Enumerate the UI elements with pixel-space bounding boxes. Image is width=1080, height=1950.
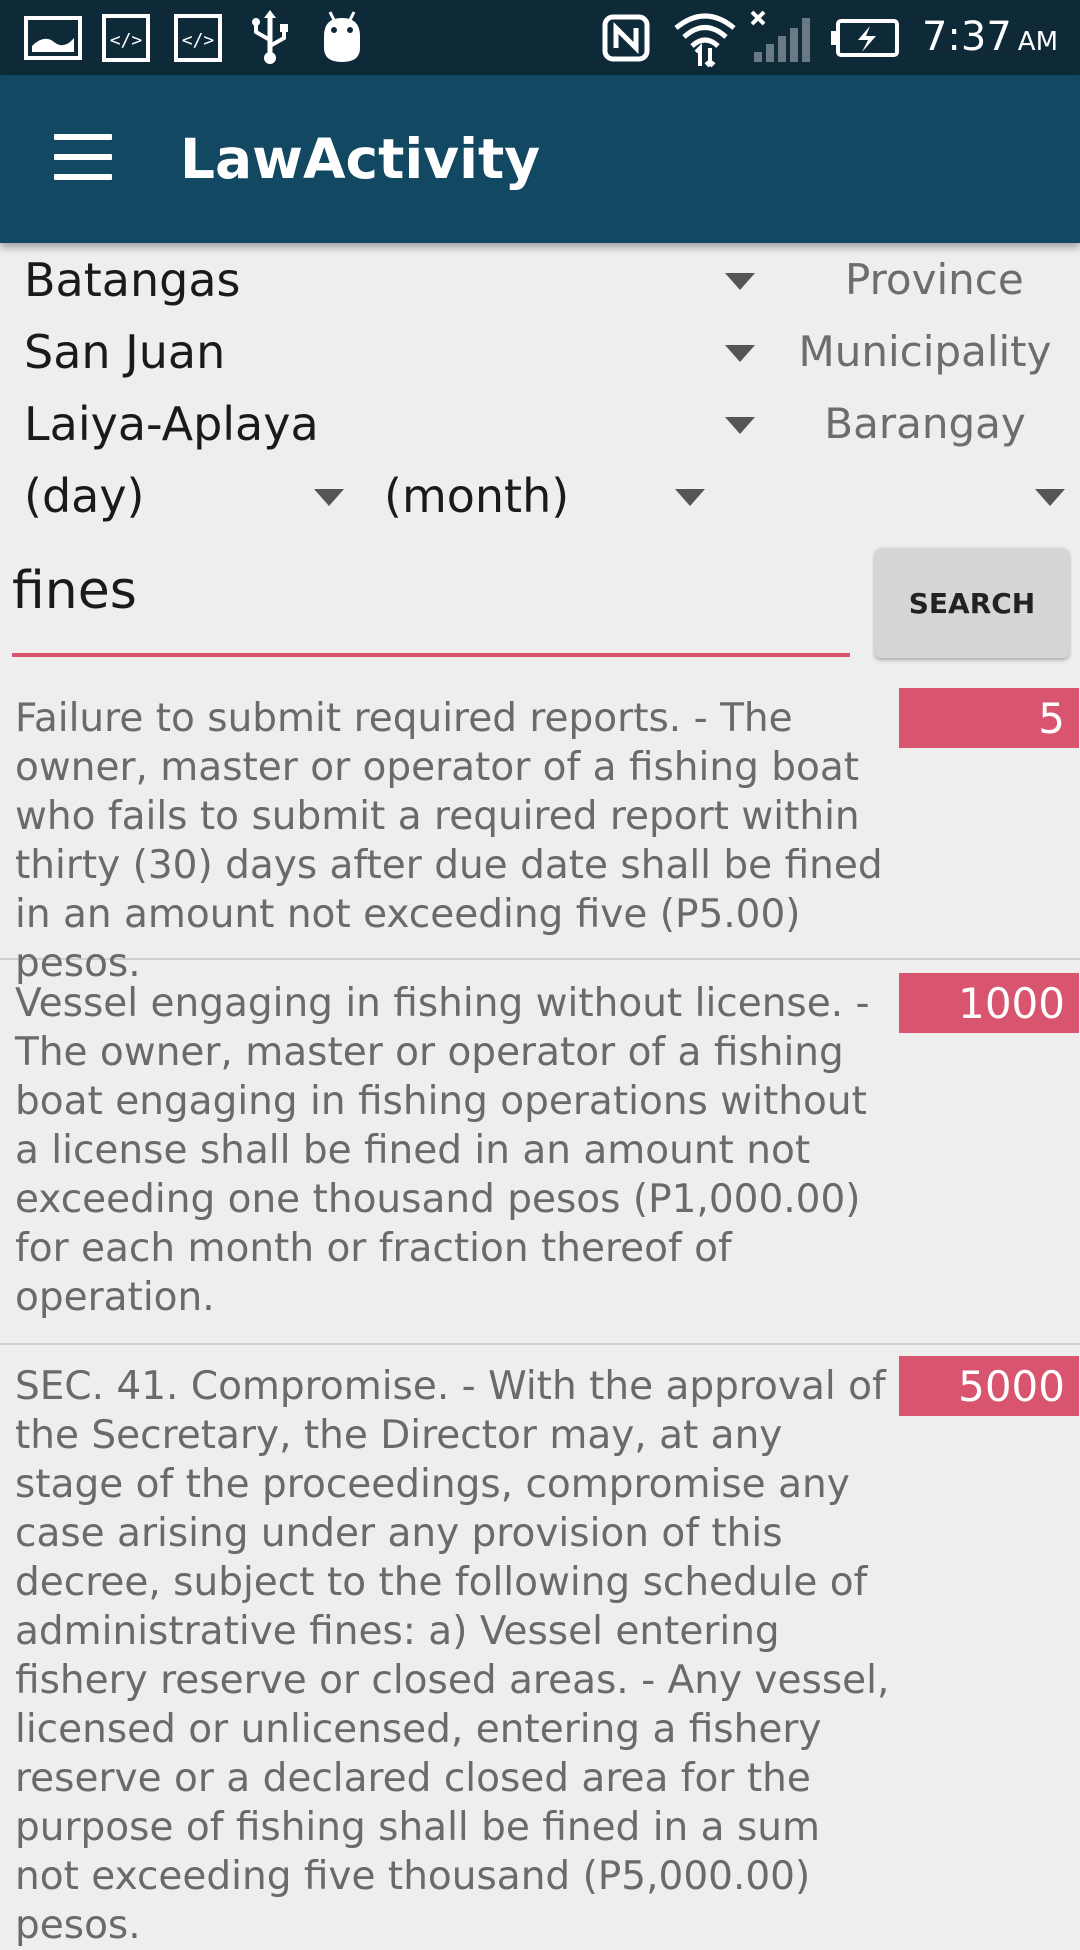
month-value: (month) <box>384 469 570 523</box>
day-value: (day) <box>24 469 145 523</box>
barangay-value: Laiya-Aplaya <box>24 397 319 451</box>
barangay-label: Barangay <box>824 399 1026 448</box>
code-icon: </> <box>102 14 150 62</box>
barangay-dropdown[interactable]: Laiya-Aplaya Barangay <box>0 397 1080 461</box>
chevron-down-icon <box>314 489 344 506</box>
result-amount: 5 <box>899 688 1079 748</box>
app-title: LawActivity <box>180 127 541 191</box>
result-text: SEC. 41. Compromise. - With the approval… <box>15 1364 890 1948</box>
status-time: 7:37 AM <box>922 14 1058 60</box>
result-item[interactable]: SEC. 41. Compromise. - With the approval… <box>0 1356 1080 1948</box>
search-button[interactable]: SEARCH <box>875 548 1069 658</box>
nfc-icon <box>602 14 650 62</box>
svg-text:</>: </> <box>110 30 143 51</box>
code-icon: </> <box>174 14 222 62</box>
chevron-down-icon <box>675 489 705 506</box>
app-bar: LawActivity <box>0 75 1080 243</box>
status-time-ampm: AM <box>1017 27 1058 57</box>
province-label: Province <box>845 255 1024 304</box>
battery-charging-icon <box>831 19 899 57</box>
wifi-icon <box>674 13 736 68</box>
day-dropdown[interactable]: (day) <box>0 469 360 533</box>
result-text: Vessel engaging in fishing without licen… <box>15 981 870 1320</box>
result-text: Failure to submit required reports. - Th… <box>15 696 883 986</box>
province-dropdown[interactable]: Batangas Province <box>0 253 1080 317</box>
chevron-down-icon <box>725 417 755 434</box>
year-dropdown[interactable] <box>720 469 1080 533</box>
result-amount: 5000 <box>899 1356 1079 1416</box>
usb-icon <box>252 10 288 64</box>
image-icon <box>24 16 82 60</box>
municipality-label: Municipality <box>798 327 1052 376</box>
chevron-down-icon <box>1035 489 1065 506</box>
search-input-value: fines <box>12 561 137 621</box>
status-time-value: 7:37 <box>921 14 1012 60</box>
province-value: Batangas <box>24 253 241 307</box>
status-bar: </> </> 7:37 AM <box>0 0 1080 75</box>
result-item[interactable]: Failure to submit required reports. - Th… <box>0 688 1080 986</box>
result-amount: 1000 <box>899 973 1079 1033</box>
signal-icon <box>750 10 810 62</box>
municipality-value: San Juan <box>24 325 226 379</box>
chevron-down-icon <box>725 345 755 362</box>
svg-text:</>: </> <box>182 30 215 51</box>
month-dropdown[interactable]: (month) <box>360 469 720 533</box>
search-input[interactable]: fines <box>12 545 850 657</box>
android-icon <box>324 11 360 62</box>
chevron-down-icon <box>725 273 755 290</box>
menu-icon[interactable] <box>54 134 112 180</box>
municipality-dropdown[interactable]: San Juan Municipality <box>0 325 1080 389</box>
result-item[interactable]: Vessel engaging in fishing without licen… <box>0 973 1080 1345</box>
